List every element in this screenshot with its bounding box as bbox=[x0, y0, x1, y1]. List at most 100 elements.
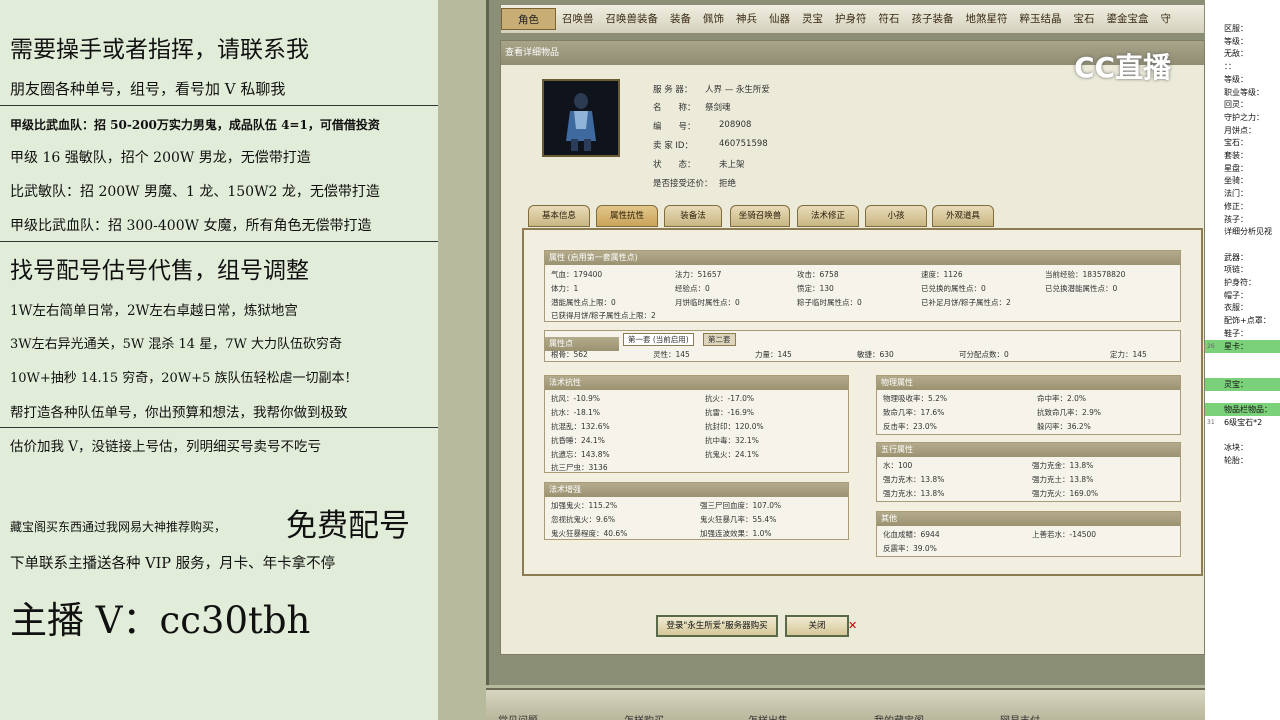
name-label: 名 称： bbox=[653, 103, 696, 113]
sheet-row[interactable]: 无敌： bbox=[1205, 47, 1280, 60]
element-cell: 水：100 bbox=[883, 461, 913, 470]
sheet-row[interactable]: 冰块： bbox=[1205, 441, 1280, 454]
tab-gem[interactable]: 宝石 bbox=[1068, 8, 1101, 30]
tab-spirit-treasure[interactable]: 灵宝 bbox=[796, 8, 829, 30]
subtab-child[interactable]: 小孩 bbox=[865, 205, 927, 227]
sheet-row[interactable]: 配饰+点罩： bbox=[1205, 314, 1280, 327]
tab-summon[interactable]: 召唤兽 bbox=[556, 8, 600, 30]
points-tab-second[interactable]: 第二套 bbox=[703, 333, 736, 346]
sheet-row[interactable]: 灵宝： bbox=[1205, 377, 1280, 391]
tab-character[interactable]: 角色 bbox=[501, 8, 556, 30]
tab-child-equip[interactable]: 孩子装备 bbox=[906, 8, 960, 30]
attr-cell: 当前经验：183578820 bbox=[1045, 270, 1126, 279]
bottom-nav: 常见问题 怎样购买 怎样出售 我的藏宝阁 网易支付 bbox=[486, 688, 1205, 720]
subtab-spell-correction[interactable]: 法术修正 bbox=[797, 205, 859, 227]
sheet-row[interactable]: 区服： bbox=[1205, 22, 1280, 35]
sheet-cell: 星盘： bbox=[1224, 163, 1248, 173]
element-cell: 强力克火：169.0% bbox=[1032, 489, 1099, 498]
sheet-row[interactable] bbox=[1205, 428, 1280, 441]
sheet-row[interactable]: 宝石： bbox=[1205, 136, 1280, 149]
sheet-row[interactable]: 等级： bbox=[1205, 35, 1280, 48]
attr-cell: 愤定：130 bbox=[797, 284, 834, 293]
attr-cell: 已兑换潜能属性点：0 bbox=[1045, 284, 1118, 293]
sheet-row[interactable]: 31 6级宝石*2 bbox=[1205, 416, 1280, 429]
subtab-mount-summon[interactable]: 坐骑召唤兽 bbox=[730, 205, 790, 227]
tab-equipment[interactable]: 装备 bbox=[664, 8, 697, 30]
nav-faq[interactable]: 常见问题 bbox=[498, 712, 538, 720]
subtab-appearance[interactable]: 外观道具 bbox=[932, 205, 994, 227]
five-elements-title: 五行属性 bbox=[877, 443, 1180, 457]
overlay-line-12: 估价加我 V，没链接上号估，列明细买号卖号不吃亏 bbox=[10, 439, 322, 455]
tab-guard[interactable]: 守 bbox=[1155, 8, 1178, 30]
boost-cell: 忽视抗鬼火：9.6% bbox=[551, 515, 616, 524]
sheet-row[interactable] bbox=[1205, 238, 1280, 251]
login-buy-button[interactable]: 登录"永生所爱"服务器购买 bbox=[656, 615, 778, 637]
sheet-row[interactable]: 职业等级： bbox=[1205, 86, 1280, 99]
tab-star-rune[interactable]: 地煞星符 bbox=[960, 8, 1014, 30]
sheet-row[interactable]: 回灵： bbox=[1205, 98, 1280, 111]
nav-netease-pay[interactable]: 网易支付 bbox=[1000, 712, 1040, 720]
sheet-row[interactable]: 武器： bbox=[1205, 251, 1280, 264]
sheet-row[interactable] bbox=[1205, 365, 1280, 378]
sheet-row[interactable]: 项链： bbox=[1205, 263, 1280, 276]
attribute-section: 属性 (启用第一套属性点) 气血：179400 法力：51657 攻击：6758… bbox=[544, 250, 1181, 322]
sheet-row[interactable]: 鞋子： bbox=[1205, 327, 1280, 340]
tab-amulet[interactable]: 护身符 bbox=[829, 8, 873, 30]
tab-jade-crystal[interactable]: 粹玉结晶 bbox=[1014, 8, 1068, 30]
overlay-line-1: 需要操手或者指挥，请联系我 bbox=[10, 37, 309, 63]
sheet-row[interactable]: 修正： bbox=[1205, 200, 1280, 213]
sheet-row[interactable]: 26 星卡： bbox=[1205, 339, 1280, 353]
sheet-row[interactable]: 等级： bbox=[1205, 73, 1280, 86]
sheet-row[interactable] bbox=[1205, 390, 1280, 403]
sheet-row[interactable]: 星盘： bbox=[1205, 162, 1280, 175]
points-tab-first[interactable]: 第一套 (当前启用) bbox=[623, 333, 694, 346]
category-tabs: 角色 召唤兽 召唤兽装备 装备 佩饰 神兵 仙器 灵宝 护身符 符石 孩子装备 … bbox=[500, 4, 1205, 34]
sheet-row[interactable]: 法门： bbox=[1205, 187, 1280, 200]
close-button[interactable]: 关闭 bbox=[785, 615, 849, 637]
sheet-row[interactable]: 护身符： bbox=[1205, 276, 1280, 289]
tab-gold-box[interactable]: 鎏金宝盒 bbox=[1101, 8, 1155, 30]
element-cell: 强力克土：13.8% bbox=[1032, 475, 1094, 484]
sheet-row[interactable]: 帽子： bbox=[1205, 289, 1280, 302]
attributes-content: 属性 (启用第一套属性点) 气血：179400 法力：51657 攻击：6758… bbox=[522, 228, 1203, 576]
tab-immortal-artifact[interactable]: 仙器 bbox=[763, 8, 796, 30]
sheet-row[interactable]: 孩子： bbox=[1205, 213, 1280, 226]
sheet-cell: 守护之力： bbox=[1224, 112, 1264, 122]
resist-cell: 抗火：-17.0% bbox=[705, 394, 755, 403]
resist-cell: 抗雷：-16.9% bbox=[705, 408, 755, 417]
sheet-row[interactable]: 衣服： bbox=[1205, 301, 1280, 314]
attr-cell: 潜能属性点上限：0 bbox=[551, 298, 616, 307]
sheet-row[interactable]: 坐骑： bbox=[1205, 174, 1280, 187]
subtab-attributes[interactable]: 属性抗性 bbox=[596, 205, 658, 227]
close-x-icon[interactable]: ✕ bbox=[848, 619, 857, 632]
overlay-free-match: 免费配号 bbox=[286, 508, 410, 544]
sheet-row[interactable] bbox=[1205, 352, 1280, 365]
attr-cell: 法力：51657 bbox=[675, 270, 722, 279]
sheet-cell: 灵宝： bbox=[1224, 379, 1248, 389]
subtab-equipment[interactable]: 装备法 bbox=[664, 205, 722, 227]
tab-summon-equip[interactable]: 召唤兽装备 bbox=[600, 8, 665, 30]
subtab-basic-info[interactable]: 基本信息 bbox=[528, 205, 590, 227]
nav-my-treasure[interactable]: 我的藏宝阁 bbox=[874, 712, 924, 720]
nav-how-to-buy[interactable]: 怎样购买 bbox=[624, 712, 664, 720]
sheet-row[interactable]: 轮胎： bbox=[1205, 454, 1280, 467]
nav-how-to-sell[interactable]: 怎样出售 bbox=[748, 712, 788, 720]
tab-divine-weapon[interactable]: 神兵 bbox=[730, 8, 763, 30]
sheet-cell: 物品栏物品： bbox=[1224, 405, 1272, 414]
tab-rune-stone[interactable]: 符石 bbox=[873, 8, 906, 30]
sheet-cell: 项链： bbox=[1224, 265, 1248, 275]
sheet-row[interactable]: 守护之力： bbox=[1205, 111, 1280, 124]
sheet-row[interactable]: 详细分析见视 bbox=[1205, 225, 1280, 238]
sheet-row[interactable]: 月饼点： bbox=[1205, 124, 1280, 137]
sheet-cell: 详细分析见视 bbox=[1224, 227, 1272, 237]
resist-cell: 抗昏睡：24.1% bbox=[551, 436, 605, 445]
sheet-row[interactable]: 物品栏物品： bbox=[1205, 403, 1280, 416]
boost-cell: 加强鬼火：115.2% bbox=[551, 501, 618, 510]
sheet-row[interactable]: 套装： bbox=[1205, 149, 1280, 162]
bargain-value: 拒绝 bbox=[719, 179, 737, 189]
attr-cell: 粽子临时属性点：0 bbox=[797, 298, 862, 307]
sheet-row[interactable]: ：： bbox=[1205, 60, 1280, 73]
sheet-cell: 无敌： bbox=[1224, 49, 1248, 59]
tab-accessory[interactable]: 佩饰 bbox=[697, 8, 730, 30]
status-value: 未上架 bbox=[719, 160, 745, 170]
